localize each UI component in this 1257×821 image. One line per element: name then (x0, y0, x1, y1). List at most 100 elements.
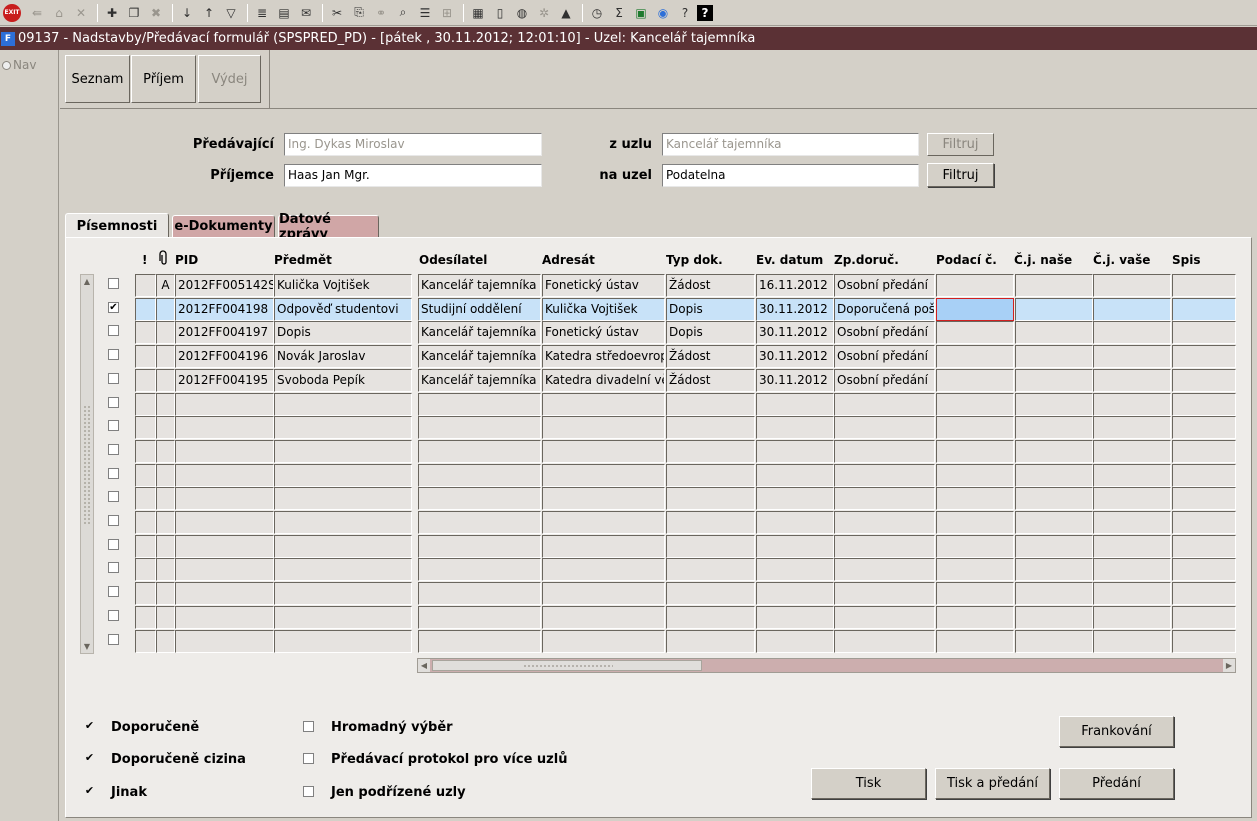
cell-podaci[interactable] (936, 582, 1014, 606)
cell-zpdoruc[interactable] (834, 582, 935, 606)
cell-evdatum[interactable] (756, 416, 834, 440)
cell-flag[interactable] (135, 487, 156, 511)
scroll-left-icon[interactable]: ◀ (418, 659, 430, 672)
cell-pid[interactable] (175, 416, 274, 440)
cell-pid[interactable] (175, 534, 274, 558)
cell-zpdoruc[interactable] (834, 416, 935, 440)
cell-podaci[interactable] (936, 487, 1014, 511)
cell-cjnase[interactable] (1015, 463, 1093, 487)
hromadny-vyber-checkbox[interactable] (303, 721, 314, 732)
cell-typ[interactable] (666, 392, 755, 416)
cell-cjnase[interactable] (1015, 345, 1093, 369)
delete-record-icon[interactable]: ✖ (146, 3, 166, 23)
cell-flag[interactable] (135, 629, 156, 653)
row-select-checkbox[interactable] (108, 443, 119, 455)
vertical-scrollbar[interactable]: ▲ ▼ (80, 274, 94, 654)
row-select-checkbox[interactable] (108, 467, 119, 479)
tab-pisemnosti[interactable]: Písemnosti (65, 213, 169, 238)
cell-cjvase[interactable] (1093, 297, 1171, 321)
cell-predmet[interactable] (274, 487, 412, 511)
cell-odesilatel[interactable] (418, 629, 541, 653)
cell-predmet[interactable] (274, 392, 412, 416)
cell-podaci[interactable] (936, 297, 1014, 321)
cell-cjvase[interactable] (1093, 463, 1171, 487)
cell-pid[interactable] (175, 392, 274, 416)
cell-att[interactable] (156, 629, 175, 653)
cell-odesilatel[interactable] (418, 416, 541, 440)
cell-att[interactable] (156, 392, 175, 416)
cell-adresat[interactable]: Kulička Vojtišek (542, 297, 665, 321)
row-select-checkbox[interactable] (108, 538, 119, 550)
seznam-button[interactable]: Seznam (65, 55, 130, 103)
cell-cjvase[interactable] (1093, 558, 1171, 582)
cell-typ[interactable] (666, 439, 755, 463)
cell-adresat[interactable] (542, 487, 665, 511)
cell-zpdoruc[interactable] (834, 487, 935, 511)
row-select-checkbox[interactable] (108, 372, 119, 384)
cell-cjnase[interactable] (1015, 368, 1093, 392)
cell-att[interactable] (156, 321, 175, 345)
cell-podaci[interactable] (936, 439, 1014, 463)
cell-predmet[interactable] (274, 605, 412, 629)
cell-spis[interactable] (1172, 368, 1236, 392)
cell-cjnase[interactable] (1015, 416, 1093, 440)
cell-cjvase[interactable] (1093, 582, 1171, 606)
scroll-down-icon[interactable]: ▼ (81, 640, 93, 653)
scroll-thumb[interactable] (432, 660, 702, 671)
cell-cjnase[interactable] (1015, 534, 1093, 558)
cell-pid[interactable] (175, 582, 274, 606)
cell-adresat[interactable]: Katedra divadelní věd (542, 368, 665, 392)
cell-odesilatel[interactable] (418, 582, 541, 606)
cell-odesilatel[interactable]: Kancelář tajemníka (418, 321, 541, 345)
cell-cjnase[interactable] (1015, 297, 1093, 321)
cell-pid[interactable] (175, 558, 274, 582)
cell-predmet[interactable] (274, 463, 412, 487)
cell-spis[interactable] (1172, 463, 1236, 487)
cell-spis[interactable] (1172, 629, 1236, 653)
cancel-icon[interactable]: ✕ (71, 3, 91, 23)
cell-spis[interactable] (1172, 416, 1236, 440)
cell-zpdoruc[interactable] (834, 534, 935, 558)
row-select-checkbox[interactable] (108, 609, 119, 621)
cell-odesilatel[interactable] (418, 439, 541, 463)
cell-spis[interactable] (1172, 392, 1236, 416)
cell-spis[interactable] (1172, 297, 1236, 321)
link-icon[interactable]: ⚭ (371, 3, 391, 23)
copy-record-icon[interactable]: ❐ (124, 3, 144, 23)
predavaci-protokol-checkbox[interactable] (303, 753, 314, 764)
cell-spis[interactable] (1172, 274, 1236, 297)
cell-att[interactable] (156, 487, 175, 511)
cell-typ[interactable] (666, 487, 755, 511)
cell-pid[interactable] (175, 511, 274, 534)
cell-podaci[interactable] (936, 416, 1014, 440)
tisk-a-predani-button[interactable]: Tisk a předání (935, 768, 1050, 799)
save-icon[interactable]: ⇚ (27, 3, 47, 23)
col-header-spis[interactable]: Spis (1172, 253, 1201, 267)
cell-att[interactable] (156, 297, 175, 321)
cell-adresat[interactable] (542, 582, 665, 606)
sum-icon[interactable]: Σ (609, 3, 629, 23)
cell-cjvase[interactable] (1093, 487, 1171, 511)
jinak-checkbox[interactable]: ✔ (84, 785, 95, 797)
cell-predmet[interactable]: Svoboda Pepík (274, 368, 412, 392)
cell-att[interactable]: A (156, 274, 175, 297)
cell-att[interactable] (156, 345, 175, 369)
cell-odesilatel[interactable] (418, 511, 541, 534)
cell-pid[interactable]: 2012FF004196 (175, 345, 274, 369)
cell-cjvase[interactable] (1093, 605, 1171, 629)
cell-evdatum[interactable] (756, 487, 834, 511)
frankovani-button[interactable]: Frankování (1059, 716, 1174, 747)
cell-spis[interactable] (1172, 534, 1236, 558)
cell-evdatum[interactable] (756, 582, 834, 606)
na-uzel-field[interactable]: Podatelna (662, 164, 919, 187)
cell-typ[interactable] (666, 463, 755, 487)
world-icon[interactable]: ◉ (653, 3, 673, 23)
cell-adresat[interactable]: Fonetický ústav (542, 274, 665, 297)
filtruj-na-uzel-button[interactable]: Filtruj (927, 163, 994, 187)
cell-cjvase[interactable] (1093, 345, 1171, 369)
cell-typ[interactable]: Dopis (666, 297, 755, 321)
cell-adresat[interactable] (542, 511, 665, 534)
scroll-right-icon[interactable]: ▶ (1223, 659, 1235, 672)
cell-evdatum[interactable] (756, 392, 834, 416)
doporucene-cizina-checkbox[interactable]: ✔ (84, 752, 95, 764)
